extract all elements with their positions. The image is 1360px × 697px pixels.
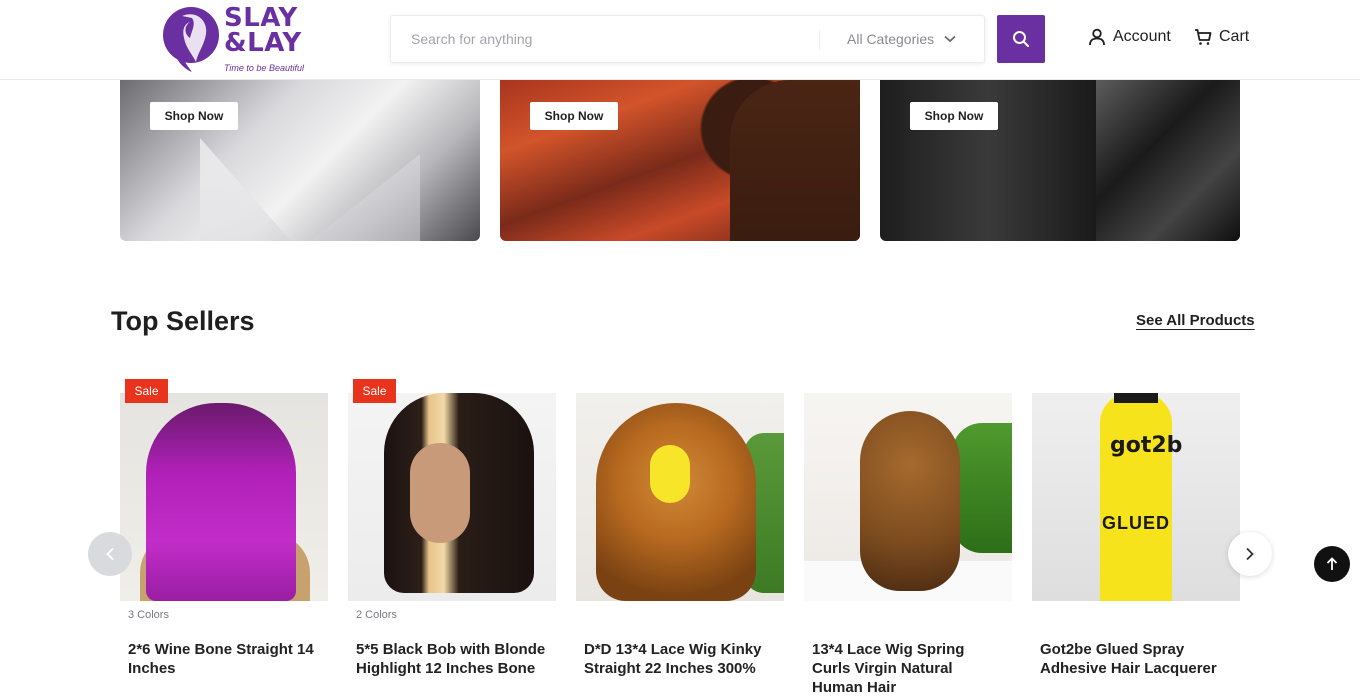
arrow-up-icon [1326, 557, 1338, 570]
promo-banner-1[interactable]: Shop Now [120, 80, 480, 241]
back-to-top-button[interactable] [1314, 546, 1350, 582]
product-name[interactable]: D*D 13*4 Lace Wig Kinky Straight 22 Inch… [576, 640, 784, 678]
cart-link[interactable]: Cart [1194, 28, 1249, 46]
promo-banner-2[interactable]: Shop Now [500, 80, 860, 241]
chevron-right-icon [1246, 547, 1254, 561]
product-image[interactable] [120, 393, 328, 601]
wig-hair [860, 411, 960, 591]
account-label: Account [1113, 28, 1171, 45]
product-card[interactable]: Sale 3 Colors 2*6 Wine Bone Straight 14 … [120, 379, 328, 678]
search-bar: All Categories [390, 15, 985, 63]
shop-now-button[interactable]: Shop Now [530, 102, 618, 130]
brand-tagline: Time to be Beautiful [224, 63, 304, 73]
product-color-count [576, 609, 784, 623]
section-title: Top Sellers [111, 306, 255, 336]
product-image[interactable] [804, 393, 1012, 601]
category-select-label: All Categories [847, 31, 935, 47]
logo-mark-icon [163, 7, 219, 72]
banner-image [1096, 80, 1240, 241]
product-color-count: 3 Colors [128, 609, 169, 621]
carousel-next-button[interactable] [1228, 532, 1272, 576]
cart-label: Cart [1219, 28, 1250, 45]
banner-image [730, 80, 860, 241]
product-card[interactable]: 13*4 Lace Wig Spring Curls Virgin Natura… [804, 393, 1012, 697]
wig-hair [146, 403, 296, 601]
chevron-left-icon [106, 547, 114, 561]
spray-can [1100, 393, 1172, 601]
product-card[interactable]: got2b GLUED Got2be Glued Spray Adhesive … [1032, 393, 1240, 678]
search-button[interactable] [997, 15, 1045, 63]
product-color-count: 2 Colors [356, 609, 397, 621]
search-input[interactable] [411, 16, 811, 62]
plant-decor [952, 423, 1012, 553]
cart-icon [1195, 29, 1212, 45]
search-divider [819, 30, 820, 50]
mannequin-face [410, 443, 470, 543]
brand-logo[interactable]: SLAY &LAY Time to be Beautiful [162, 4, 312, 76]
can-brand-text: got2b [1110, 433, 1183, 458]
brand-name: SLAY &LAY [224, 5, 302, 58]
promo-banner-3[interactable]: Shop Now [880, 80, 1240, 241]
brand-name-line2: &LAY [224, 28, 302, 58]
site-header: SLAY &LAY Time to be Beautiful All Categ… [0, 0, 1360, 80]
chevron-down-icon [944, 35, 956, 43]
shop-now-button[interactable]: Shop Now [150, 102, 238, 130]
search-icon [1013, 31, 1029, 47]
sale-badge: Sale [353, 379, 396, 403]
product-image[interactable] [576, 393, 784, 601]
product-name[interactable]: Got2be Glued Spray Adhesive Hair Lacquer… [1032, 640, 1240, 678]
spray-can-nozzle [1114, 393, 1158, 403]
shop-now-button[interactable]: Shop Now [910, 102, 998, 130]
see-all-products-link[interactable]: See All Products [1136, 312, 1255, 329]
mannequin-face [650, 445, 690, 503]
carousel-prev-button[interactable] [88, 532, 132, 576]
product-image[interactable] [348, 393, 556, 601]
product-name[interactable]: 2*6 Wine Bone Straight 14 Inches [120, 640, 328, 678]
product-name[interactable]: 13*4 Lace Wig Spring Curls Virgin Natura… [804, 640, 1012, 697]
product-image[interactable]: got2b GLUED [1032, 393, 1240, 601]
category-select[interactable]: All Categories [847, 16, 956, 62]
product-card[interactable]: D*D 13*4 Lace Wig Kinky Straight 22 Inch… [576, 393, 784, 678]
product-color-count [804, 609, 1012, 623]
user-icon [1089, 28, 1105, 46]
account-link[interactable]: Account [1088, 28, 1171, 46]
product-name[interactable]: 5*5 Black Bob with Blonde Highlight 12 I… [348, 640, 556, 678]
product-color-count [1032, 609, 1240, 623]
sale-badge: Sale [125, 379, 168, 403]
product-card[interactable]: Sale 2 Colors 5*5 Black Bob with Blonde … [348, 379, 556, 678]
can-label-text: GLUED [1102, 513, 1170, 533]
